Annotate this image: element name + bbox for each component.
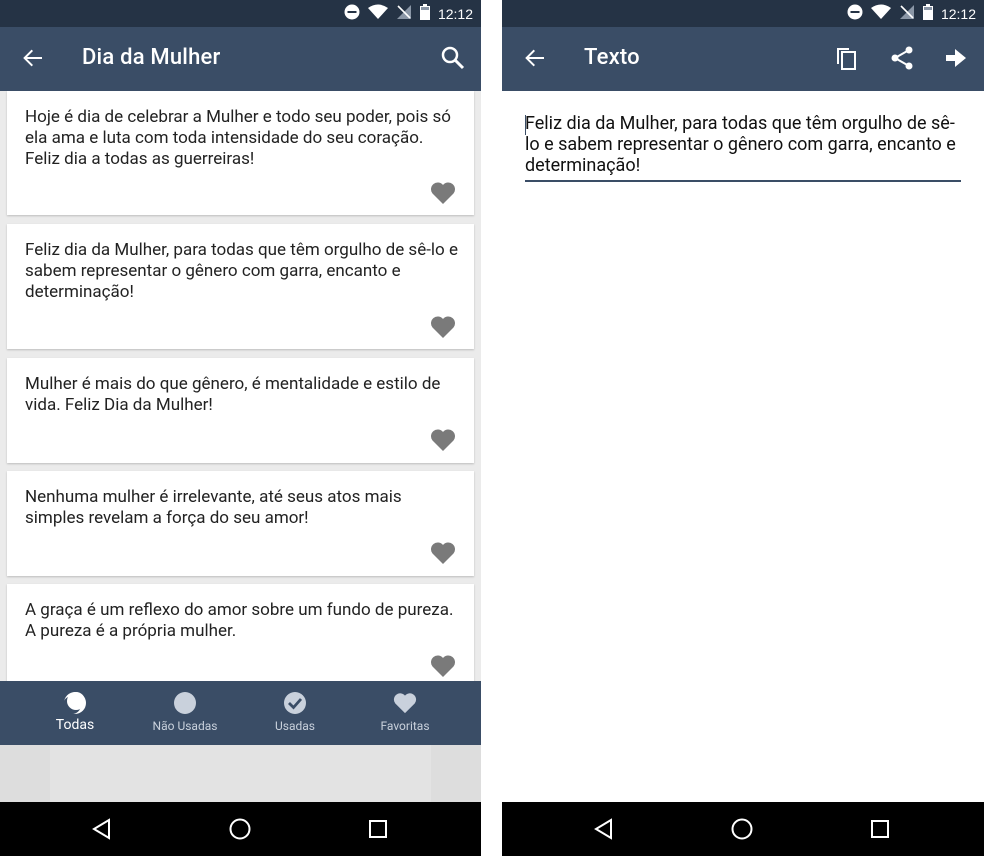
heart-icon[interactable] (430, 541, 456, 565)
page-title: Texto (584, 45, 640, 70)
back-arrow-icon[interactable] (22, 47, 44, 69)
list-item[interactable]: A graça é um reflexo do amor sobre um fu… (7, 584, 474, 681)
status-bar: 12:12 (0, 0, 481, 27)
page-title: Dia da Mulher (82, 45, 221, 70)
tab-usadas[interactable]: Usadas (240, 681, 350, 745)
status-time: 12:12 (437, 6, 473, 22)
tab-favoritas[interactable]: Favoritas (350, 681, 460, 745)
list-item[interactable]: Nenhuma mulher é irrelevante, até seus a… (7, 471, 474, 576)
heart-icon[interactable] (430, 654, 456, 678)
system-navigation-bar (0, 802, 481, 856)
back-triangle-icon[interactable] (592, 817, 616, 841)
battery-icon (922, 4, 933, 24)
tab-todas[interactable]: Todas (20, 681, 130, 745)
battery-icon (419, 4, 430, 24)
heart-icon (393, 691, 417, 715)
heart-icon[interactable] (430, 428, 456, 452)
copy-icon[interactable] (833, 45, 859, 71)
tab-label: Favoritas (380, 719, 430, 733)
check-circle-icon (283, 691, 307, 715)
status-bar: 12:12 (502, 0, 984, 27)
wifi-icon (367, 4, 388, 24)
editor-text[interactable]: Feliz dia da Mulher, para todas que têm … (525, 113, 961, 176)
message-text: Nenhuma mulher é irrelevante, até seus a… (25, 487, 402, 528)
list-item[interactable]: Hoje é dia de celebrar a Mulher e todo s… (7, 91, 474, 215)
editor-underline (525, 180, 961, 182)
app-bar: Dia da Mulher (0, 27, 481, 91)
recents-square-icon[interactable] (366, 817, 390, 841)
do-not-disturb-icon (344, 4, 360, 24)
back-triangle-icon[interactable] (90, 817, 114, 841)
back-arrow-icon[interactable] (524, 47, 546, 69)
do-not-disturb-icon (847, 4, 863, 24)
system-navigation-bar (502, 802, 984, 856)
message-text: Feliz dia da Mulher, para todas que têm … (25, 240, 458, 302)
tab-nao-usadas[interactable]: Não Usadas (130, 681, 240, 745)
half-moon-icon (63, 691, 87, 715)
app-bar: Texto (502, 27, 984, 91)
text-screen: 12:12 Texto Feliz dia da Mulher, para to… (502, 0, 984, 856)
recents-square-icon[interactable] (868, 817, 892, 841)
tab-label: Todas (55, 717, 95, 733)
wifi-icon (870, 4, 891, 24)
heart-icon[interactable] (430, 181, 456, 205)
forward-arrow-icon[interactable] (943, 45, 969, 71)
message-text: Hoje é dia de celebrar a Mulher e todo s… (25, 107, 451, 169)
share-icon[interactable] (889, 45, 915, 71)
text-caret (525, 115, 526, 135)
list-item[interactable]: Feliz dia da Mulher, para todas que têm … (7, 224, 474, 349)
list-item[interactable]: Mulher é mais do que gênero, é mentalida… (7, 358, 474, 463)
message-text: A graça é um reflexo do amor sobre um fu… (25, 600, 454, 641)
no-signal-icon (396, 4, 412, 24)
status-time: 12:12 (940, 6, 976, 22)
tab-label: Usadas (275, 719, 315, 733)
tab-label: Não Usadas (152, 719, 218, 733)
message-list[interactable]: Hoje é dia de celebrar a Mulher e todo s… (0, 91, 481, 681)
home-circle-icon[interactable] (730, 817, 754, 841)
no-signal-icon (899, 4, 915, 24)
circle-icon (173, 691, 197, 715)
home-circle-icon[interactable] (228, 817, 252, 841)
bottom-navigation: Todas Não Usadas Usadas Favoritas (0, 681, 481, 745)
empty-area (0, 745, 481, 802)
search-icon[interactable] (440, 45, 466, 71)
list-screen: 12:12 Dia da Mulher Hoje é dia de celebr… (0, 0, 481, 856)
text-editor[interactable]: Feliz dia da Mulher, para todas que têm … (525, 113, 961, 182)
heart-icon[interactable] (430, 315, 456, 339)
message-text: Mulher é mais do que gênero, é mentalida… (25, 374, 441, 415)
